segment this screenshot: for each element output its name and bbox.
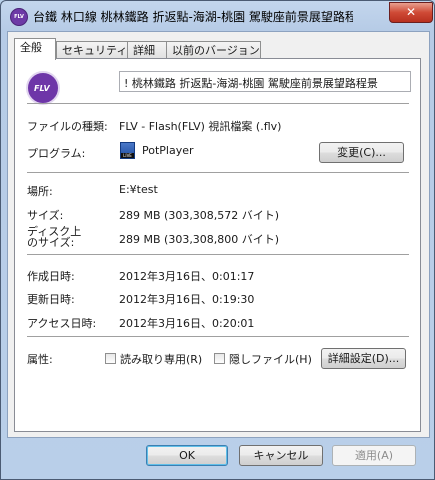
file-type-value: FLV - Flash(FLV) 視訊檔案 (.flv) (119, 120, 282, 133)
potplayer-icon: LIVE (120, 142, 135, 159)
size-value: 289 MB (303,308,572 バイト) (119, 209, 280, 222)
created-value: 2012年3月16日、0:01:17 (119, 270, 255, 283)
program-value: PotPlayer (142, 144, 194, 157)
tab-details[interactable]: 詳細 (127, 41, 167, 58)
file-icon-text: FLV (34, 84, 50, 93)
flv-file-icon: FLV (26, 71, 60, 105)
hidden-checkbox[interactable] (214, 353, 225, 364)
ok-button[interactable]: OK (146, 445, 228, 466)
accessed-value: 2012年3月16日、0:20:01 (119, 317, 255, 330)
readonly-label[interactable]: 読み取り専用(R) (120, 351, 202, 367)
disk-size-label-line2: のサイズ: (27, 236, 75, 249)
program-icon-text: LIVE (121, 153, 134, 158)
cancel-button[interactable]: キャンセル (239, 445, 323, 466)
general-tab-page: FLV ! 桃林鐵路 折返點-海湖-桃園 駕駛座前景展望路程景 ファイルの種類:… (14, 58, 421, 432)
disk-size-label: ディスク上 のサイズ: (27, 226, 81, 248)
close-button[interactable]: ✕ (389, 2, 433, 23)
modified-label: 更新日時: (27, 293, 75, 306)
separator (27, 336, 409, 337)
filename-field[interactable]: ! 桃林鐵路 折返點-海湖-桃園 駕駛座前景展望路程景 (119, 71, 411, 92)
title-bar[interactable]: FLV 台鐵 林口線 桃林鐵路 折返點-海湖-桃園 駕駛座前景展望路程... ✕ (1, 1, 434, 31)
program-label: プログラム: (27, 147, 86, 160)
apply-button[interactable]: 適用(A) (332, 445, 416, 466)
accessed-label: アクセス日時: (27, 317, 97, 330)
advanced-button[interactable]: 詳細設定(D)... (321, 348, 406, 369)
location-value: E:¥test (119, 183, 158, 196)
dialog-body: 全般 セキュリティ 詳細 以前のバージョン FLV ! 桃林鐵路 折返點-海湖-… (7, 31, 430, 438)
tab-security[interactable]: セキュリティ (56, 41, 128, 58)
window-title: 台鐵 林口線 桃林鐵路 折返點-海湖-桃園 駕駛座前景展望路程... (33, 10, 353, 24)
location-label: 場所: (27, 185, 53, 198)
flv-app-icon: FLV (10, 8, 28, 26)
separator (27, 172, 409, 173)
tab-general[interactable]: 全般 (14, 38, 56, 60)
hidden-label[interactable]: 隠しファイル(H) (229, 351, 312, 367)
properties-window: FLV 台鐵 林口線 桃林鐵路 折返點-海湖-桃園 駕駛座前景展望路程... ✕… (0, 0, 435, 480)
size-label: サイズ: (27, 209, 64, 222)
modified-value: 2012年3月16日、0:19:30 (119, 293, 255, 306)
separator (27, 254, 409, 255)
readonly-checkbox[interactable] (105, 353, 116, 364)
created-label: 作成日時: (27, 270, 75, 283)
file-type-label: ファイルの種類: (27, 120, 108, 133)
attributes-label: 属性: (27, 353, 53, 366)
separator (27, 103, 409, 104)
change-program-button[interactable]: 変更(C)... (319, 142, 404, 163)
tab-previous-versions[interactable]: 以前のバージョン (166, 41, 261, 58)
disk-size-value: 289 MB (303,308,800 バイト) (119, 233, 280, 246)
